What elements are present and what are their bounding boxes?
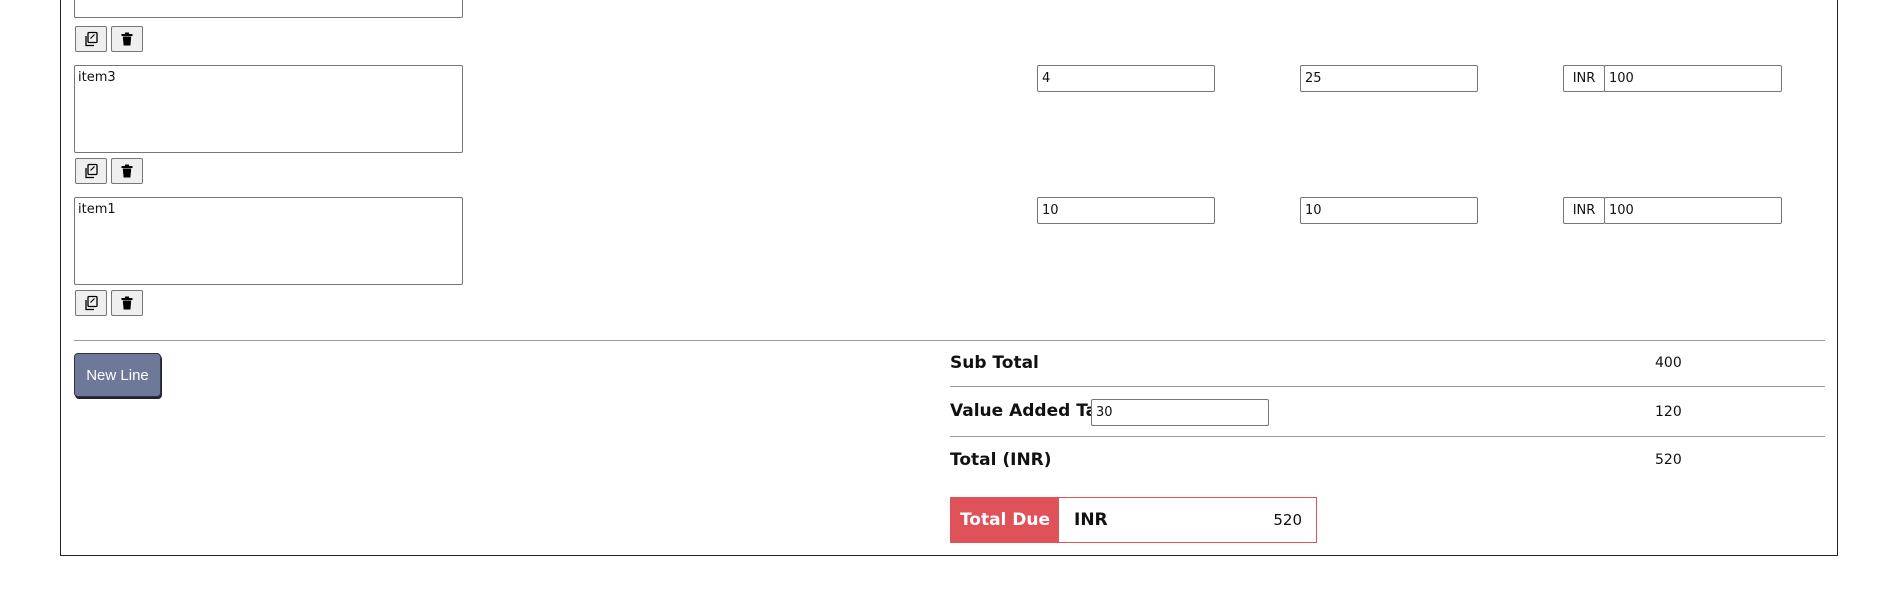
copy-line-button[interactable]: [75, 290, 107, 316]
quantity-input[interactable]: 10: [1037, 197, 1215, 224]
summary-divider: [950, 436, 1825, 437]
total-value: 520: [1655, 452, 1682, 468]
trash-icon: [120, 164, 134, 178]
tax-label: Value Added Tax: [950, 401, 1109, 421]
total-label: Total (INR): [950, 450, 1052, 470]
copy-icon: [83, 31, 99, 47]
total-due-box: Total Due INR 520: [950, 497, 1317, 543]
item-description-field[interactable]: item3: [74, 65, 463, 153]
amount-input[interactable]: 100: [1604, 197, 1782, 224]
delete-line-button[interactable]: [111, 158, 143, 184]
copy-icon: [83, 163, 99, 179]
total-due-currency: INR: [1074, 510, 1108, 530]
currency-label: INR: [1563, 197, 1605, 224]
subtotal-value: 400: [1655, 355, 1682, 371]
copy-line-button[interactable]: [75, 26, 107, 52]
section-divider: [74, 340, 1825, 341]
delete-line-button[interactable]: [111, 26, 143, 52]
delete-line-button[interactable]: [111, 290, 143, 316]
total-due-amount: 520: [1273, 511, 1302, 529]
subtotal-label: Sub Total: [950, 353, 1039, 373]
summary-divider: [950, 386, 1825, 387]
rate-input[interactable]: 25: [1300, 65, 1478, 92]
trash-icon: [120, 296, 134, 310]
rate-input[interactable]: 10: [1300, 197, 1478, 224]
item-description-field[interactable]: item1: [74, 197, 463, 285]
amount-input[interactable]: 100: [1604, 65, 1782, 92]
quantity-input[interactable]: 4: [1037, 65, 1215, 92]
currency-label: INR: [1563, 65, 1605, 92]
copy-line-button[interactable]: [75, 158, 107, 184]
tax-rate-input[interactable]: 30: [1091, 399, 1269, 426]
total-due-label: Total Due: [951, 498, 1059, 542]
tax-value: 120: [1655, 404, 1682, 420]
copy-icon: [83, 295, 99, 311]
new-line-button[interactable]: New Line: [74, 353, 161, 397]
item-description-field[interactable]: [74, 0, 463, 18]
trash-icon: [120, 32, 134, 46]
